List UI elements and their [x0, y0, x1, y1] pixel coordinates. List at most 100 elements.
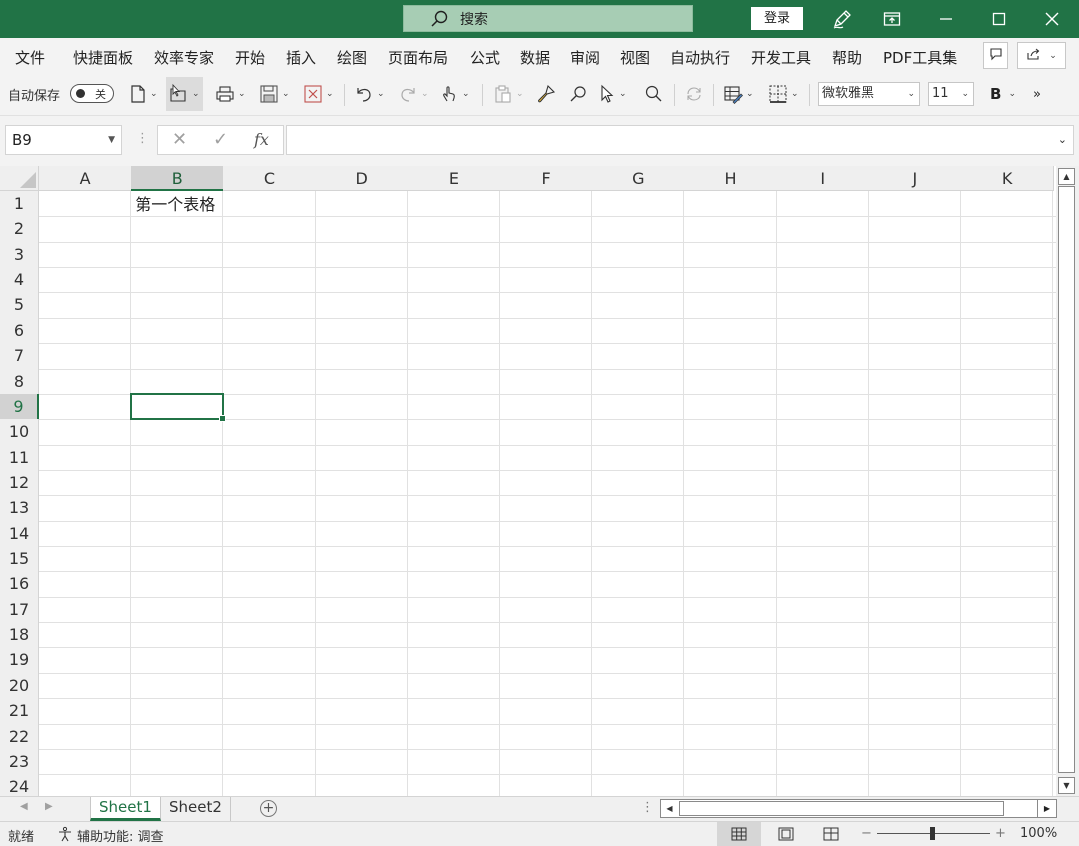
row-header-1[interactable]: 1	[0, 191, 39, 218]
minimize-icon[interactable]	[931, 6, 961, 32]
scroll-down-icon[interactable]: ▼	[1058, 777, 1075, 794]
zoom-in-button[interactable]: +	[995, 826, 1006, 841]
tab-quick-panel[interactable]: 快捷面板	[73, 47, 133, 68]
row-header-9[interactable]: 9	[0, 393, 39, 421]
autosave-toggle[interactable]: 关	[70, 84, 114, 103]
row-header-24[interactable]: 24	[0, 774, 39, 796]
column-header-i[interactable]: I	[776, 166, 870, 191]
column-header-k[interactable]: K	[961, 166, 1055, 191]
worksheet-grid[interactable]: A B C D E F G H I J K 1 2 3 4 5 6 7 8 9 10 11 12 13 14 15 16 17 18 19…	[0, 166, 1056, 796]
horizontal-scrollbar[interactable]: ◀	[660, 799, 1057, 818]
format-painter-button[interactable]	[536, 82, 556, 106]
row-header-10[interactable]: 10	[0, 419, 39, 446]
tab-developer[interactable]: 开发工具	[751, 47, 811, 68]
touch-mode-button[interactable]: ⌄	[439, 82, 470, 106]
resize-handle-icon[interactable]: ⋮	[136, 131, 149, 146]
row-header-6[interactable]: 6	[0, 317, 39, 345]
refresh-button[interactable]	[684, 82, 704, 106]
tab-efficiency-expert[interactable]: 效率专家	[154, 47, 214, 68]
login-button[interactable]: 登录	[751, 7, 803, 30]
row-header-11[interactable]: 11	[0, 444, 39, 471]
row-header-5[interactable]: 5	[0, 292, 39, 319]
row-header-21[interactable]: 21	[0, 698, 39, 725]
select-all-button[interactable]	[0, 166, 39, 191]
row-header-16[interactable]: 16	[0, 571, 39, 598]
row-header-14[interactable]: 14	[0, 520, 39, 548]
scroll-right-icon[interactable]: ▶	[1037, 799, 1057, 818]
vertical-scrollbar[interactable]: ▲ ▼	[1056, 166, 1079, 796]
tab-draw[interactable]: 绘图	[337, 47, 367, 68]
open-file-button[interactable]: ⌄	[166, 77, 203, 111]
tab-automate[interactable]: 自动执行	[670, 47, 730, 68]
column-header-j[interactable]: J	[868, 166, 962, 191]
tab-view[interactable]: 视图	[620, 47, 650, 68]
selected-cell[interactable]	[130, 392, 227, 423]
insert-function-button[interactable]: fx	[254, 130, 269, 149]
row-header-4[interactable]: 4	[0, 267, 39, 294]
font-name-select[interactable]: 微软雅黑 ⌄	[818, 82, 920, 106]
find-button[interactable]	[568, 82, 588, 106]
column-header-h[interactable]: H	[684, 166, 778, 191]
scroll-up-icon[interactable]: ▲	[1058, 168, 1075, 185]
zoom-slider-thumb[interactable]	[930, 827, 935, 840]
tab-help[interactable]: 帮助	[832, 47, 862, 68]
scroll-thumb[interactable]	[679, 801, 1004, 816]
row-header-12[interactable]: 12	[0, 469, 39, 497]
confirm-entry-button[interactable]: ✓	[213, 129, 228, 150]
bold-button[interactable]: B ⌄	[990, 82, 1016, 106]
column-header-b[interactable]: B	[131, 166, 225, 191]
redo-button[interactable]: ⌄	[398, 82, 429, 106]
search-box[interactable]: 搜索	[403, 5, 693, 32]
close-icon[interactable]	[1037, 6, 1067, 32]
tab-splitter-icon[interactable]: ⋮	[641, 800, 654, 815]
zoom-level[interactable]: 100%	[1020, 826, 1057, 841]
tab-data[interactable]: 数据	[520, 47, 550, 68]
maximize-icon[interactable]	[984, 6, 1014, 32]
row-header-19[interactable]: 19	[0, 647, 39, 674]
tab-file[interactable]: 文件	[15, 47, 45, 68]
tab-insert[interactable]: 插入	[286, 47, 316, 68]
tab-pdf-tools[interactable]: PDF工具集	[883, 47, 957, 68]
tab-review[interactable]: 审阅	[570, 47, 600, 68]
pen-icon[interactable]	[827, 6, 857, 32]
zoom-button[interactable]	[643, 82, 663, 106]
tab-scroll-left-icon[interactable]: ◀	[20, 801, 28, 812]
accessibility-icon[interactable]	[57, 826, 73, 843]
paste-button[interactable]: ⌄	[493, 82, 524, 106]
row-header-23[interactable]: 23	[0, 748, 39, 776]
row-header-15[interactable]: 15	[0, 546, 39, 573]
row-header-2[interactable]: 2	[0, 216, 39, 243]
row-header-22[interactable]: 22	[0, 723, 39, 750]
tab-scroll-right-icon[interactable]: ▶	[45, 801, 53, 812]
name-box[interactable]: B9 ▼	[5, 125, 122, 155]
column-header-d[interactable]: D	[315, 166, 409, 191]
font-size-select[interactable]: 11 ⌄	[928, 82, 974, 106]
tab-formulas[interactable]: 公式	[470, 47, 500, 68]
scroll-left-icon[interactable]: ◀	[661, 800, 678, 817]
borders-button[interactable]: ⌄	[768, 82, 799, 106]
select-objects-button[interactable]: ⌄	[598, 82, 627, 106]
more-commands-button[interactable]: »	[1033, 82, 1041, 106]
column-header-g[interactable]: G	[592, 166, 686, 191]
formula-input[interactable]: ⌄	[286, 125, 1074, 155]
expand-formula-icon[interactable]: ⌄	[1058, 133, 1067, 146]
save-button[interactable]: ⌄	[259, 82, 290, 106]
row-header-18[interactable]: 18	[0, 622, 39, 649]
cancel-entry-button[interactable]: ✕	[172, 129, 187, 150]
table-format-button[interactable]: ⌄	[723, 82, 754, 106]
row-header-20[interactable]: 20	[0, 672, 39, 700]
row-header-3[interactable]: 3	[0, 241, 39, 269]
add-sheet-button[interactable]: +	[260, 800, 277, 817]
row-header-13[interactable]: 13	[0, 495, 39, 522]
share-button[interactable]: ⌄	[1017, 42, 1066, 69]
row-header-8[interactable]: 8	[0, 368, 39, 395]
page-break-view-button[interactable]	[809, 822, 853, 846]
print-button[interactable]: ⌄	[215, 82, 246, 106]
comments-button[interactable]	[983, 42, 1008, 69]
column-header-f[interactable]: F	[500, 166, 594, 191]
accessibility-status[interactable]: 辅助功能: 调查	[77, 826, 164, 845]
scroll-thumb[interactable]	[1058, 186, 1075, 773]
undo-button[interactable]: ⌄	[354, 82, 385, 106]
tab-home[interactable]: 开始	[235, 47, 265, 68]
cell-b1[interactable]: 第一个表格	[135, 193, 215, 216]
